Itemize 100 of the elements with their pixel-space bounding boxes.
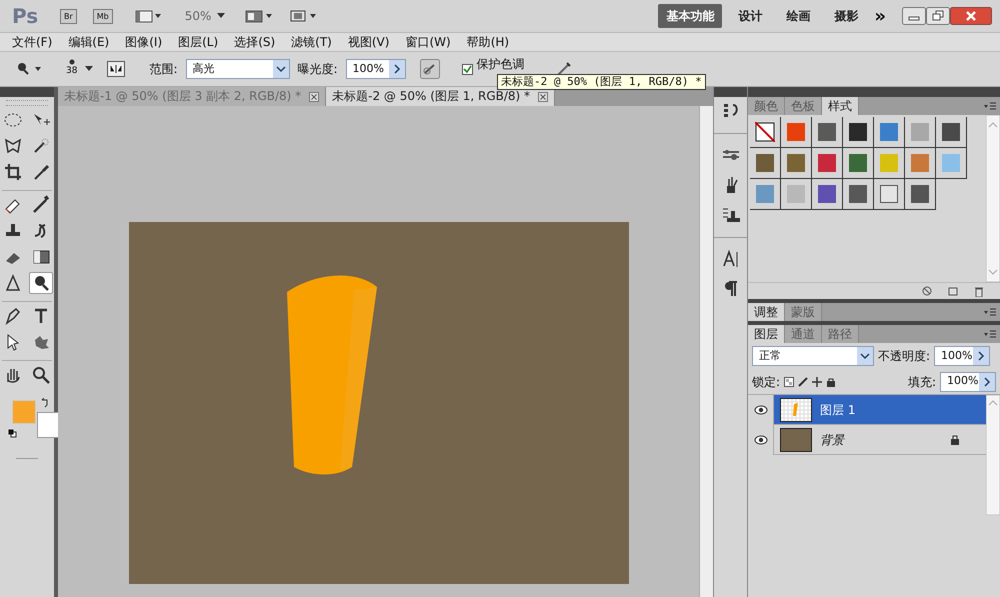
default-colors-icon[interactable] (8, 429, 17, 438)
caret-icon[interactable] (217, 13, 226, 19)
style-swatch[interactable] (848, 122, 868, 142)
new-style-icon[interactable] (948, 286, 958, 296)
swap-arrows-icon[interactable] (40, 398, 50, 408)
exposure-field[interactable]: 100% (346, 59, 406, 79)
menu-item[interactable]: 帮助(H) (458, 33, 518, 51)
close-icon[interactable] (309, 92, 320, 102)
lock-transparency-icon[interactable] (784, 376, 794, 386)
lock-icon[interactable] (826, 376, 836, 386)
layer-row[interactable]: 背景 (748, 425, 986, 455)
style-swatch[interactable] (941, 122, 961, 142)
close-icon[interactable] (538, 92, 548, 102)
menu-item[interactable]: 图层(L) (170, 33, 226, 51)
minimize-icon[interactable] (902, 7, 926, 25)
character-icon[interactable] (720, 249, 740, 269)
tooltip: 未标题-2 @ 50% (图层 1, RGB/8) * (497, 74, 706, 90)
arrange-documents-icon[interactable] (245, 9, 274, 23)
panel-tab[interactable]: 样式 (822, 97, 859, 115)
background-color-swatch[interactable] (37, 412, 59, 438)
style-swatch[interactable] (755, 122, 775, 142)
menu-item[interactable]: 视图(V) (340, 33, 398, 51)
app-logo: Ps (11, 3, 40, 30)
zoom-level[interactable]: 50% (184, 7, 212, 25)
style-swatch[interactable] (879, 184, 899, 204)
lock-move-icon[interactable] (812, 376, 822, 386)
eye-icon[interactable] (754, 404, 768, 414)
range-label: 范围: (149, 61, 178, 78)
lock-label: 锁定: (752, 374, 780, 390)
app-launch-button[interactable]: Br (60, 8, 77, 24)
style-swatch[interactable] (817, 122, 837, 142)
menu-item[interactable]: 滤镜(T) (283, 33, 340, 51)
menu-item[interactable]: 选择(S) (226, 33, 284, 51)
workspace-tab[interactable]: 摄影 (826, 4, 866, 28)
more-workspaces-button[interactable]: » (874, 2, 886, 30)
style-swatch[interactable] (817, 184, 837, 204)
panel-tab[interactable]: 图层 (748, 325, 785, 343)
crop-tool-icon[interactable] (3, 162, 23, 182)
protect-tones-label: 保护色调 (476, 56, 525, 73)
style-swatch[interactable] (848, 153, 868, 173)
trash-icon[interactable] (974, 286, 984, 296)
menu-item[interactable]: 图像(I) (117, 33, 170, 51)
brush-icon[interactable] (31, 195, 51, 215)
style-swatch[interactable] (879, 153, 899, 173)
clear-style-icon[interactable] (922, 286, 932, 296)
panel-menu-icon[interactable] (983, 329, 997, 339)
close-icon[interactable] (950, 7, 992, 25)
document-tab[interactable]: 未标题-2 @ 50% (图层 1, RGB/8) * (326, 87, 556, 106)
pen-tool-icon[interactable] (3, 306, 23, 326)
style-swatch[interactable] (817, 153, 837, 173)
airbrush-icon[interactable] (420, 59, 440, 79)
brush-panel-icon[interactable] (107, 61, 126, 77)
opacity-field[interactable]: 100% (934, 346, 990, 366)
style-swatch[interactable] (755, 184, 775, 204)
style-swatch[interactable] (786, 153, 806, 173)
style-swatch[interactable] (910, 153, 930, 173)
workspace-tab[interactable]: 基本功能 (658, 4, 722, 28)
triangle-icon[interactable] (3, 273, 23, 293)
workspace-tab[interactable]: 绘画 (778, 4, 818, 28)
layer-thumbnail (780, 398, 812, 422)
dodge-tool-icon[interactable] (16, 62, 42, 76)
lasso-tool-icon[interactable] (3, 136, 23, 156)
foreground-color-swatch[interactable] (12, 400, 36, 424)
style-swatch[interactable] (786, 122, 806, 142)
style-swatch[interactable] (786, 184, 806, 204)
layer-name: 背景 (820, 432, 846, 448)
lock-brush-icon[interactable] (798, 376, 808, 386)
menu-item[interactable]: 文件(F) (4, 33, 60, 51)
panel-header-bar (0, 87, 54, 97)
brush-tip-icon[interactable] (68, 59, 75, 66)
range-dropdown[interactable]: 高光 (186, 59, 290, 79)
panel-menu-icon[interactable] (983, 101, 997, 111)
blend-mode-dropdown[interactable]: 正常 (752, 346, 874, 366)
style-swatch[interactable] (910, 122, 930, 142)
scrollbar-drawing[interactable] (986, 115, 1000, 282)
restore-icon[interactable] (926, 7, 950, 25)
workspace-tab[interactable]: 设计 (730, 4, 770, 28)
zoom-tool-icon[interactable] (31, 365, 51, 385)
fill-label: 填充: (908, 374, 936, 390)
style-swatch[interactable] (941, 153, 961, 173)
style-swatch[interactable] (755, 153, 775, 173)
screen-mode-icon[interactable] (289, 8, 318, 24)
scrollbar[interactable] (699, 106, 713, 597)
scrollbar-drawing[interactable] (986, 395, 1000, 515)
fill-field[interactable]: 100% (940, 372, 996, 392)
exposure-label: 曝光度: (298, 61, 338, 78)
style-swatch[interactable] (848, 184, 868, 204)
eye-icon[interactable] (754, 434, 768, 444)
style-swatch[interactable] (879, 122, 899, 142)
layer-name: 图层 1 (820, 402, 856, 418)
style-swatch[interactable] (910, 184, 930, 204)
view-extras-icon[interactable] (134, 9, 161, 23)
menu-item[interactable]: 编辑(E) (60, 33, 118, 51)
caret-icon[interactable] (85, 66, 94, 72)
layer-row[interactable]: 图层 1 (748, 395, 986, 425)
checkbox[interactable] (462, 64, 473, 74)
app-launch-button[interactable]: Mb (92, 8, 113, 24)
panel-menu-icon[interactable] (983, 307, 997, 317)
panel-tab[interactable]: 调整 (748, 303, 785, 321)
menu-item[interactable]: 窗口(W) (397, 33, 459, 51)
